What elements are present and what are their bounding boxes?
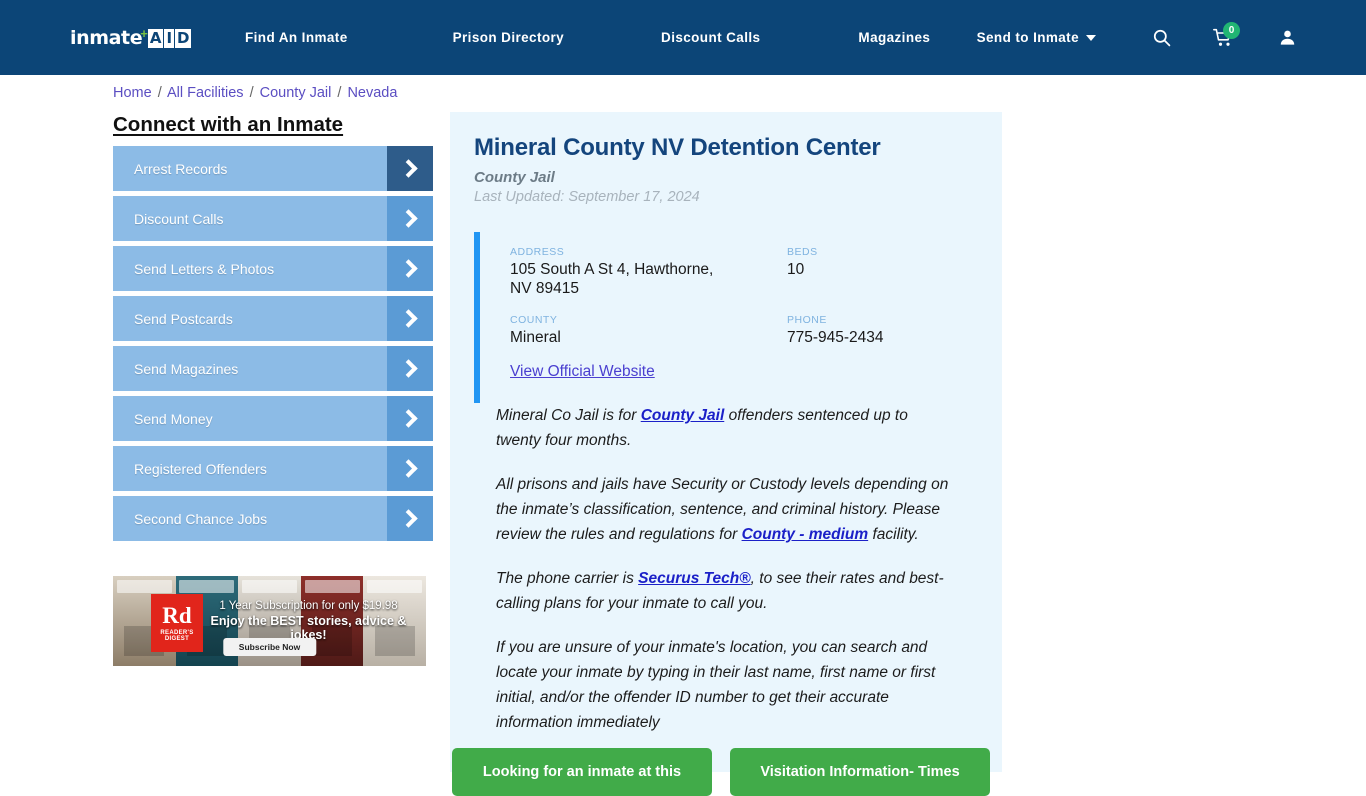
- last-updated-text: Last Updated: September 17, 2024: [474, 189, 700, 205]
- send-to-inmate-label: Send to Inmate: [976, 30, 1079, 45]
- header-actions: Send to Inmate 0: [977, 0, 1366, 75]
- description-paragraph: The phone carrier is Securus Tech®, to s…: [496, 570, 944, 612]
- sidebar-item-label: Discount Calls: [134, 210, 224, 227]
- address-value: 105 South A St 4, Hawthorne, NV 89415: [510, 261, 714, 297]
- logo-letter-a: A: [147, 28, 164, 48]
- cta-button-row: Looking for an inmate at this Visitation…: [452, 748, 1004, 796]
- advertisement-banner[interactable]: Rd READER'S DIGEST 1 Year Subscription f…: [113, 576, 426, 666]
- breadcrumb-separator: /: [337, 85, 342, 101]
- facility-type-label: County Jail: [474, 169, 555, 186]
- logo-letter-i: I: [164, 28, 175, 48]
- beds-value: 10: [787, 261, 805, 278]
- page-title: Mineral County NV Detention Center: [474, 134, 881, 161]
- view-official-website-link[interactable]: View Official Website: [510, 363, 655, 381]
- ad-headline: 1 Year Subscription for only $19.98: [219, 600, 398, 612]
- sidebar-item-label: Second Chance Jobs: [134, 510, 268, 527]
- chevron-right-icon: [387, 196, 433, 241]
- inline-link[interactable]: Securus Tech®: [638, 570, 751, 587]
- info-field-phone: PHONE 775-945-2434: [787, 314, 978, 347]
- sidebar-item-label: Send Money: [134, 410, 213, 427]
- visitation-information-button[interactable]: Visitation Information- Times: [730, 748, 990, 796]
- beds-label: BEDS: [787, 246, 818, 258]
- sidebar-menu: Arrest Records Discount Calls Send Lette…: [113, 146, 433, 546]
- logo-wordmark: inmate: [70, 27, 143, 49]
- facility-detail-panel: Mineral County NV Detention Center Count…: [450, 112, 1002, 772]
- ad-brand-name: READER'S DIGEST: [160, 629, 194, 642]
- chevron-down-icon: [1086, 34, 1096, 41]
- sidebar-heading: Connect with an Inmate: [113, 113, 344, 136]
- sidebar-item-send-money[interactable]: Send Money: [113, 396, 433, 441]
- chevron-right-icon: [387, 146, 433, 191]
- chevron-right-icon: [387, 446, 433, 491]
- facility-description: Mineral Co Jail is for County Jail offen…: [474, 403, 978, 772]
- nav-magazines[interactable]: Magazines: [858, 30, 930, 45]
- nav-discount-calls[interactable]: Discount Calls: [661, 30, 760, 45]
- sidebar-item-send-magazines[interactable]: Send Magazines: [113, 346, 433, 391]
- description-paragraph: All prisons and jails have Security or C…: [496, 476, 949, 543]
- address-label: ADDRESS: [510, 246, 565, 258]
- user-account-icon: [1280, 30, 1294, 45]
- logo-letter-d: D: [175, 28, 192, 48]
- breadcrumb-separator: /: [249, 85, 254, 101]
- sidebar-item-second-chance-jobs[interactable]: Second Chance Jobs: [113, 496, 433, 541]
- sidebar-item-label: Send Magazines: [134, 360, 239, 377]
- chevron-right-icon: [387, 296, 433, 341]
- chevron-right-icon: [387, 496, 433, 541]
- sidebar-item-send-postcards[interactable]: Send Postcards: [113, 296, 433, 341]
- inline-link[interactable]: County - medium: [742, 526, 869, 543]
- inline-link[interactable]: County Jail: [641, 407, 725, 424]
- ad-subscribe-button[interactable]: Subscribe Now: [222, 638, 317, 656]
- info-field-address: ADDRESS 105 South A St 4, Hawthorne, NV …: [510, 246, 787, 298]
- sidebar-item-label: Send Letters & Photos: [134, 260, 275, 277]
- info-field-beds: BEDS 10: [787, 246, 978, 298]
- sidebar-item-discount-calls[interactable]: Discount Calls: [113, 196, 433, 241]
- county-value: Mineral: [510, 329, 561, 346]
- search-button[interactable]: [1144, 21, 1178, 55]
- search-icon: [1153, 29, 1170, 47]
- phone-label: PHONE: [787, 314, 827, 326]
- breadcrumb: Home / All Facilities / County Jail / Ne…: [113, 85, 397, 101]
- account-button[interactable]: [1270, 21, 1304, 55]
- sidebar-item-registered-offenders[interactable]: Registered Offenders: [113, 446, 433, 491]
- breadcrumb-item-county-jail[interactable]: County Jail: [260, 85, 332, 101]
- ad-copy: 1 Year Subscription for only $19.98 Enjo…: [199, 600, 418, 642]
- sidebar-item-arrest-records[interactable]: Arrest Records: [113, 146, 433, 191]
- sidebar-item-label: Arrest Records: [134, 160, 228, 177]
- breadcrumb-item-home[interactable]: Home: [113, 85, 152, 101]
- cart-count-badge: 0: [1223, 21, 1240, 39]
- cart-button[interactable]: 0: [1206, 21, 1240, 55]
- info-field-county: COUNTY Mineral: [510, 314, 787, 347]
- nav-find-an-inmate[interactable]: Find An Inmate: [245, 30, 348, 45]
- logo-plus-icon: +: [140, 25, 148, 41]
- ad-brand-initials: Rd: [162, 602, 192, 628]
- chevron-right-icon: [387, 346, 433, 391]
- ad-brand-logo: Rd READER'S DIGEST: [151, 594, 203, 652]
- county-label: COUNTY: [510, 314, 558, 326]
- nav-prison-directory[interactable]: Prison Directory: [453, 30, 564, 45]
- description-paragraph: Mineral Co Jail is for County Jail offen…: [496, 407, 908, 449]
- send-to-inmate-dropdown[interactable]: Send to Inmate: [977, 30, 1096, 45]
- breadcrumb-separator: /: [157, 85, 162, 101]
- sidebar-item-label: Send Postcards: [134, 310, 233, 327]
- looking-for-inmate-button[interactable]: Looking for an inmate at this: [452, 748, 712, 796]
- sidebar-item-send-letters-photos[interactable]: Send Letters & Photos: [113, 246, 433, 291]
- chevron-right-icon: [387, 246, 433, 291]
- chevron-right-icon: [387, 396, 433, 441]
- facility-info-box: ADDRESS 105 South A St 4, Hawthorne, NV …: [474, 232, 978, 403]
- phone-value: 775-945-2434: [787, 329, 884, 346]
- main-navigation: Find An Inmate Prison Directory Discount…: [245, 0, 930, 75]
- breadcrumb-item-nevada[interactable]: Nevada: [347, 85, 397, 101]
- site-header: inmate + A I D Find An Inmate Prison Dir…: [0, 0, 1366, 75]
- sidebar-item-label: Registered Offenders: [134, 460, 267, 477]
- breadcrumb-item-all-facilities[interactable]: All Facilities: [167, 85, 244, 101]
- description-paragraph: If you are unsure of your inmate's locat…: [496, 639, 936, 731]
- site-logo[interactable]: inmate + A I D: [70, 25, 192, 50]
- logo-aid-blocks: A I D: [147, 28, 192, 48]
